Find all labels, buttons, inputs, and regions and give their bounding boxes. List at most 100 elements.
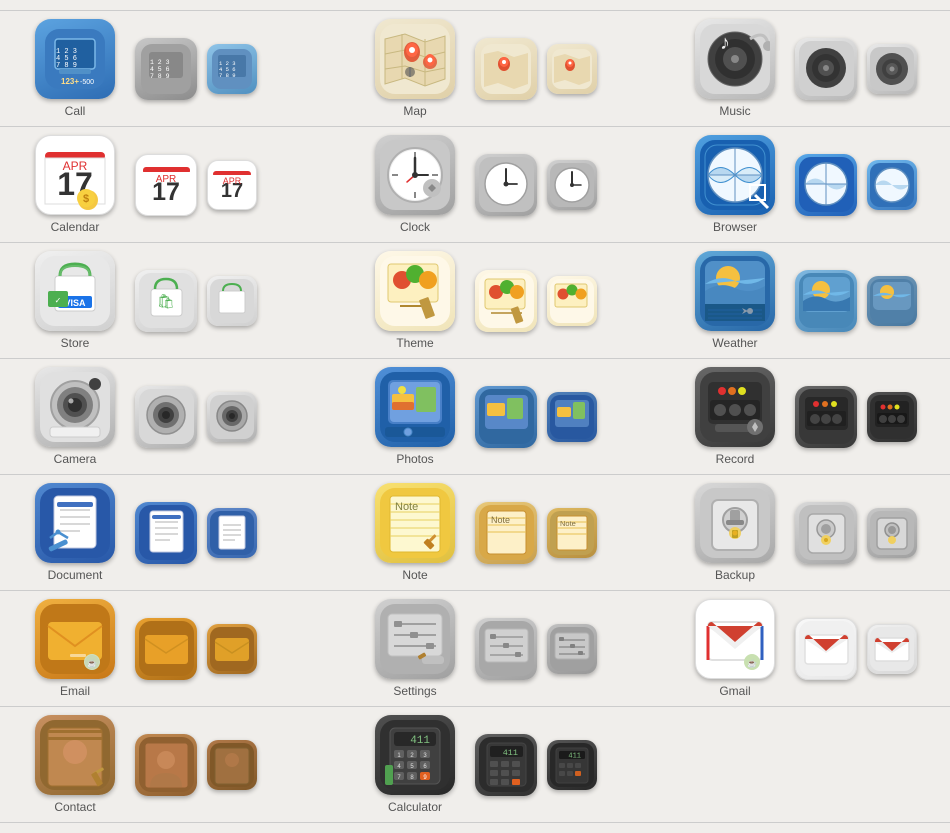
call-main-item[interactable]: 1 2 34 5 67 8 9123+-500 Call: [15, 19, 135, 118]
photos-icon-main: [375, 367, 455, 447]
store-icon-v2: 🛍: [135, 270, 197, 332]
backup-icon-v3: [867, 508, 917, 558]
browser-main-item[interactable]: Browser: [675, 135, 795, 234]
store-label: Store: [61, 336, 90, 350]
camera-icon-v3: [207, 392, 257, 442]
browser-icon-main: [695, 135, 775, 215]
record-icon-v2: [795, 386, 857, 448]
photos-main-item[interactable]: Photos: [355, 367, 475, 466]
map-main-item[interactable]: Map: [355, 19, 475, 118]
svg-text:🛍: 🛍: [157, 293, 175, 309]
svg-text:411: 411: [410, 735, 430, 747]
theme-icon-v2: [475, 270, 537, 332]
document-label: Document: [48, 568, 103, 582]
svg-text:1 2 3: 1 2 3: [150, 59, 170, 66]
photos-icon-v2: [475, 386, 537, 448]
music-main-item[interactable]: ♪ Music: [675, 19, 795, 118]
email-icon-v2: [135, 618, 197, 680]
note-icon-v3: Note: [547, 508, 597, 558]
calculator-icon-v2: 411: [475, 734, 537, 796]
music-icon-v3: [867, 44, 917, 94]
calendar-label: Calendar: [51, 220, 100, 234]
svg-text:♪: ♪: [720, 32, 730, 54]
photos-label: Photos: [396, 452, 433, 466]
svg-text:✓: ✓: [55, 296, 62, 305]
call-icon-v2: 1 2 34 5 67 8 9: [135, 38, 197, 100]
backup-label: Backup: [715, 568, 755, 582]
note-main-item[interactable]: Note Note: [355, 483, 475, 582]
clock-icon-main: [375, 135, 455, 215]
svg-text:7 8 9: 7 8 9: [219, 72, 236, 79]
settings-main-item[interactable]: Settings: [355, 599, 475, 698]
settings-icon-v2: [475, 618, 537, 680]
row-store-theme-weather: VISA✓ Store 🛍 Theme: [0, 243, 950, 359]
weather-icon-v3: [867, 276, 917, 326]
camera-main-item[interactable]: Camera: [15, 367, 135, 466]
app-icon-grid: 1 2 34 5 67 8 9123+-500 Call 1 2 34 5 67…: [0, 0, 950, 833]
call-icon-v3: 1 2 34 5 67 8 9: [207, 44, 257, 94]
row-document-note-backup: Document Note Note Note: [0, 475, 950, 591]
document-main-item[interactable]: Document: [15, 483, 135, 582]
settings-label: Settings: [393, 684, 436, 698]
weather-main-item[interactable]: Weather: [675, 251, 795, 350]
row-call-map-music: 1 2 34 5 67 8 9123+-500 Call 1 2 34 5 67…: [0, 10, 950, 127]
theme-main-item[interactable]: Theme: [355, 251, 475, 350]
note-icon-v2: Note: [475, 502, 537, 564]
call-label: Call: [65, 104, 86, 118]
svg-text:-500: -500: [80, 79, 94, 86]
svg-text:☕: ☕: [87, 658, 97, 668]
backup-main-item[interactable]: Backup: [675, 483, 795, 582]
gmail-icon-v2: [795, 618, 857, 680]
contact-main-item[interactable]: Contact: [15, 715, 135, 814]
svg-text:APR: APR: [155, 174, 176, 185]
weather-label: Weather: [712, 336, 757, 350]
contact-icon-main: [35, 715, 115, 795]
backup-icon-main: [695, 483, 775, 563]
store-main-item[interactable]: VISA✓ Store: [15, 251, 135, 350]
row-calendar-clock-browser: 17APR$ Calendar 17APR 17APR Clock: [0, 127, 950, 243]
svg-text:7 8 9: 7 8 9: [56, 62, 77, 70]
theme-label: Theme: [396, 336, 433, 350]
backup-icon-v2: [795, 502, 857, 564]
browser-label: Browser: [713, 220, 757, 234]
email-main-item[interactable]: ☕ Email: [15, 599, 135, 698]
calculator-main-item[interactable]: 411123456789 Calculator: [355, 715, 475, 814]
document-icon-v2: [135, 502, 197, 564]
map-icon-v3: [547, 44, 597, 94]
calendar-main-item[interactable]: 17APR$ Calendar: [15, 135, 135, 234]
map-label: Map: [403, 104, 426, 118]
calculator-icon-main: 411123456789: [375, 715, 455, 795]
email-label: Email: [60, 684, 90, 698]
record-icon-main: [695, 367, 775, 447]
clock-icon-v3: [547, 160, 597, 210]
email-icon-main: ☕: [35, 599, 115, 679]
calendar-icon-v3: 17APR: [207, 160, 257, 210]
clock-label: Clock: [400, 220, 430, 234]
email-icon-v3: [207, 624, 257, 674]
svg-text:Note: Note: [395, 501, 418, 513]
row-contact-calculator: Contact 411123456789 Calculator 41: [0, 707, 950, 823]
browser-icon-v3: [867, 160, 917, 210]
svg-text:☕: ☕: [747, 658, 757, 668]
record-main-item[interactable]: Record: [675, 367, 795, 466]
note-icon-main: Note: [375, 483, 455, 563]
contact-icon-v3: [207, 740, 257, 790]
photos-icon-v3: [547, 392, 597, 442]
document-icon-v3: [207, 508, 257, 558]
calendar-icon-v2: 17APR: [135, 154, 197, 216]
map-icon-main: [375, 19, 455, 99]
call-icon-main: 1 2 34 5 67 8 9123+-500: [35, 19, 115, 99]
svg-text:$: $: [83, 193, 89, 205]
calendar-icon-main: 17APR$: [35, 135, 115, 215]
weather-icon-v2: [795, 270, 857, 332]
store-icon-v3: [207, 276, 257, 326]
calculator-label: Calculator: [388, 800, 442, 814]
gmail-icon-main: ☕: [695, 599, 775, 679]
document-icon-main: [35, 483, 115, 563]
theme-icon-main: [375, 251, 455, 331]
browser-icon-v2: [795, 154, 857, 216]
svg-text:411: 411: [502, 748, 517, 758]
clock-main-item[interactable]: Clock: [355, 135, 475, 234]
gmail-main-item[interactable]: ☕ Gmail: [675, 599, 795, 698]
svg-text:7 8 9: 7 8 9: [150, 73, 170, 80]
